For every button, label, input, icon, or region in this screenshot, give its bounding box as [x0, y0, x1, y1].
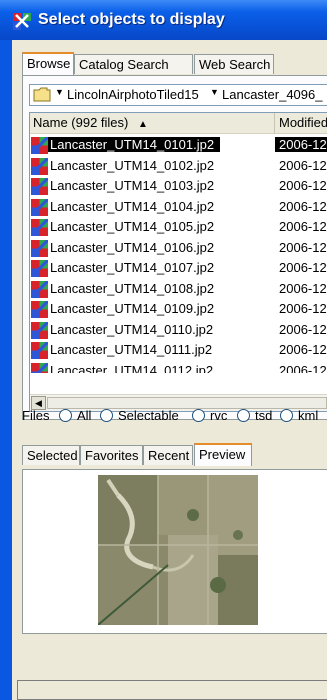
aerial-photo-thumbnail — [98, 475, 258, 625]
list-item[interactable]: Lancaster_UTM14_0103.jp2 2006-12 — [30, 176, 327, 196]
raster-file-icon — [31, 301, 48, 318]
tab-favorites-label: Favorites — [85, 448, 139, 463]
title-bar[interactable]: Select objects to display — [0, 0, 327, 40]
file-modified-date: 2006-12 — [279, 362, 327, 374]
raster-file-icon — [31, 321, 48, 339]
radio-rvc[interactable] — [192, 409, 205, 422]
file-name: Lancaster_UTM14_0111.jp2 — [50, 342, 213, 357]
tab-catalog-search-label: Catalog Search — [79, 57, 169, 72]
column-name-label: Name (992 files) — [33, 115, 129, 130]
list-item[interactable]: Lancaster_UTM14_0102.jp2 2006-12 — [30, 156, 327, 176]
tab-web-search[interactable]: Web Search — [194, 54, 274, 74]
tab-recent-label: Recent — [148, 448, 190, 463]
file-modified-date: 2006-12 — [279, 198, 327, 214]
file-modified-date: 2006-12 — [279, 260, 327, 275]
tab-browse-label: Browse — [27, 56, 71, 71]
column-modified-label: Modified — [279, 115, 327, 130]
tab-browse[interactable]: Browse — [22, 52, 74, 75]
browse-panel: ▼ LincolnAirphotoTiled15 ▼ Lancaster_409… — [22, 75, 327, 420]
file-name: Lancaster_UTM14_0112.jp2 — [50, 362, 214, 374]
raster-file-icon — [31, 260, 48, 277]
column-header-modified[interactable]: Modified — [275, 113, 327, 134]
tab-preview[interactable]: Preview — [194, 443, 252, 466]
list-item[interactable]: Lancaster_UTM14_0104.jp2 2006-12 — [30, 197, 327, 217]
tab-favorites[interactable]: Favorites — [80, 445, 143, 465]
file-modified-date: 2006-12 — [279, 239, 327, 255]
radio-selectable-label[interactable]: Selectable — [118, 408, 179, 423]
sort-ascending-icon: ▲ — [138, 119, 148, 130]
column-header-name[interactable]: Name (992 files) ▲ — [30, 113, 275, 134]
radio-all[interactable] — [59, 409, 72, 422]
radio-tsd[interactable] — [237, 409, 250, 422]
file-name: Lancaster_UTM14_0106.jp2 — [50, 239, 215, 255]
tab-preview-label: Preview — [199, 447, 246, 462]
path-segment[interactable]: Lancaster_4096_ — [222, 87, 322, 102]
window-title: Select objects to display — [38, 11, 225, 28]
file-name: Lancaster_UTM14_0104.jp2 — [50, 198, 215, 214]
file-modified-date: 2006-12 — [279, 321, 327, 337]
radio-selectable[interactable] — [100, 409, 113, 422]
raster-file-icon — [31, 280, 48, 298]
raster-file-icon — [31, 342, 48, 359]
dialog-window: Select objects to display Browse Catalog… — [0, 0, 327, 700]
list-item[interactable]: Lancaster_UTM14_0112.jp2 2006-12 — [30, 361, 327, 374]
list-item[interactable]: Lancaster_UTM14_0108.jp2 2006-12 — [30, 279, 327, 299]
file-modified-date: 2006-12 — [279, 342, 327, 357]
path-bar[interactable]: ▼ LincolnAirphotoTiled15 ▼ Lancaster_409… — [29, 84, 327, 106]
file-rows: Lancaster_UTM14_0101.jp2 2006-12 Lancaster… — [30, 135, 327, 373]
list-item[interactable]: Lancaster_UTM14_0110.jp2 2006-12 — [30, 320, 327, 340]
raster-file-icon — [31, 157, 48, 175]
dialog-client-area: Browse Catalog Search Web Search ▼ Linco… — [12, 40, 327, 700]
file-name: Lancaster_UTM14_0102.jp2 — [50, 157, 215, 173]
preview-panel — [22, 469, 327, 634]
raster-file-icon — [31, 198, 48, 216]
radio-kml[interactable] — [280, 409, 293, 422]
tab-web-search-label: Web Search — [199, 57, 271, 72]
list-item[interactable]: Lancaster_UTM14_0111.jp2 2006-12 — [30, 340, 327, 360]
file-name: Lancaster_UTM14_0103.jp2 — [50, 178, 215, 193]
file-name: Lancaster_UTM14_0107.jp2 — [50, 260, 215, 275]
file-modified-date: 2006-12 — [279, 301, 327, 316]
radio-kml-label[interactable]: kml — [298, 408, 318, 423]
file-name: Lancaster_UTM14_0109.jp2 — [50, 301, 215, 316]
raster-file-icon — [31, 239, 48, 257]
tab-catalog-search[interactable]: Catalog Search — [74, 54, 193, 74]
files-filter-label: Files — [22, 408, 50, 423]
status-bar — [17, 680, 327, 700]
path-dropdown-arrow-icon[interactable]: ▼ — [55, 87, 64, 97]
radio-rvc-label[interactable]: rvc — [210, 408, 227, 423]
file-name: Lancaster_UTM14_0110.jp2 — [50, 321, 214, 337]
path-segment[interactable]: LincolnAirphotoTiled15 — [67, 87, 199, 102]
raster-file-icon — [31, 178, 48, 195]
file-modified-date: 2006-12 — [279, 157, 327, 173]
file-list[interactable]: Name (992 files) ▲ Modified Lancaster_UT… — [29, 112, 327, 412]
tab-selected-label: Selected — [27, 448, 78, 463]
app-icon — [13, 13, 31, 30]
tab-selected[interactable]: Selected — [22, 445, 80, 465]
file-modified-date: 2006-12 — [279, 178, 327, 193]
file-modified-date: 2006-12 — [275, 137, 327, 152]
list-item[interactable]: Lancaster_UTM14_0106.jp2 2006-12 — [30, 238, 327, 258]
file-modified-date: 2006-12 — [279, 219, 327, 234]
raster-file-icon — [31, 219, 48, 236]
list-item[interactable]: Lancaster_UTM14_0109.jp2 2006-12 — [30, 299, 327, 319]
path-dropdown-arrow-icon[interactable]: ▼ — [210, 87, 219, 97]
file-name: Lancaster_UTM14_0108.jp2 — [50, 280, 215, 296]
list-item[interactable]: Lancaster_UTM14_0101.jp2 2006-12 — [30, 135, 327, 155]
raster-file-icon — [31, 137, 48, 154]
folder-icon — [33, 87, 51, 102]
list-item[interactable]: Lancaster_UTM14_0105.jp2 2006-12 — [30, 217, 327, 237]
raster-file-icon — [31, 362, 48, 373]
file-modified-date: 2006-12 — [279, 280, 327, 296]
file-name: Lancaster_UTM14_0105.jp2 — [50, 219, 215, 234]
radio-tsd-label[interactable]: tsd — [255, 408, 272, 423]
list-item[interactable]: Lancaster_UTM14_0107.jp2 2006-12 — [30, 258, 327, 278]
file-name: Lancaster_UTM14_0101.jp2 — [48, 137, 221, 152]
tab-recent[interactable]: Recent — [143, 445, 193, 465]
radio-all-label[interactable]: All — [77, 408, 91, 423]
